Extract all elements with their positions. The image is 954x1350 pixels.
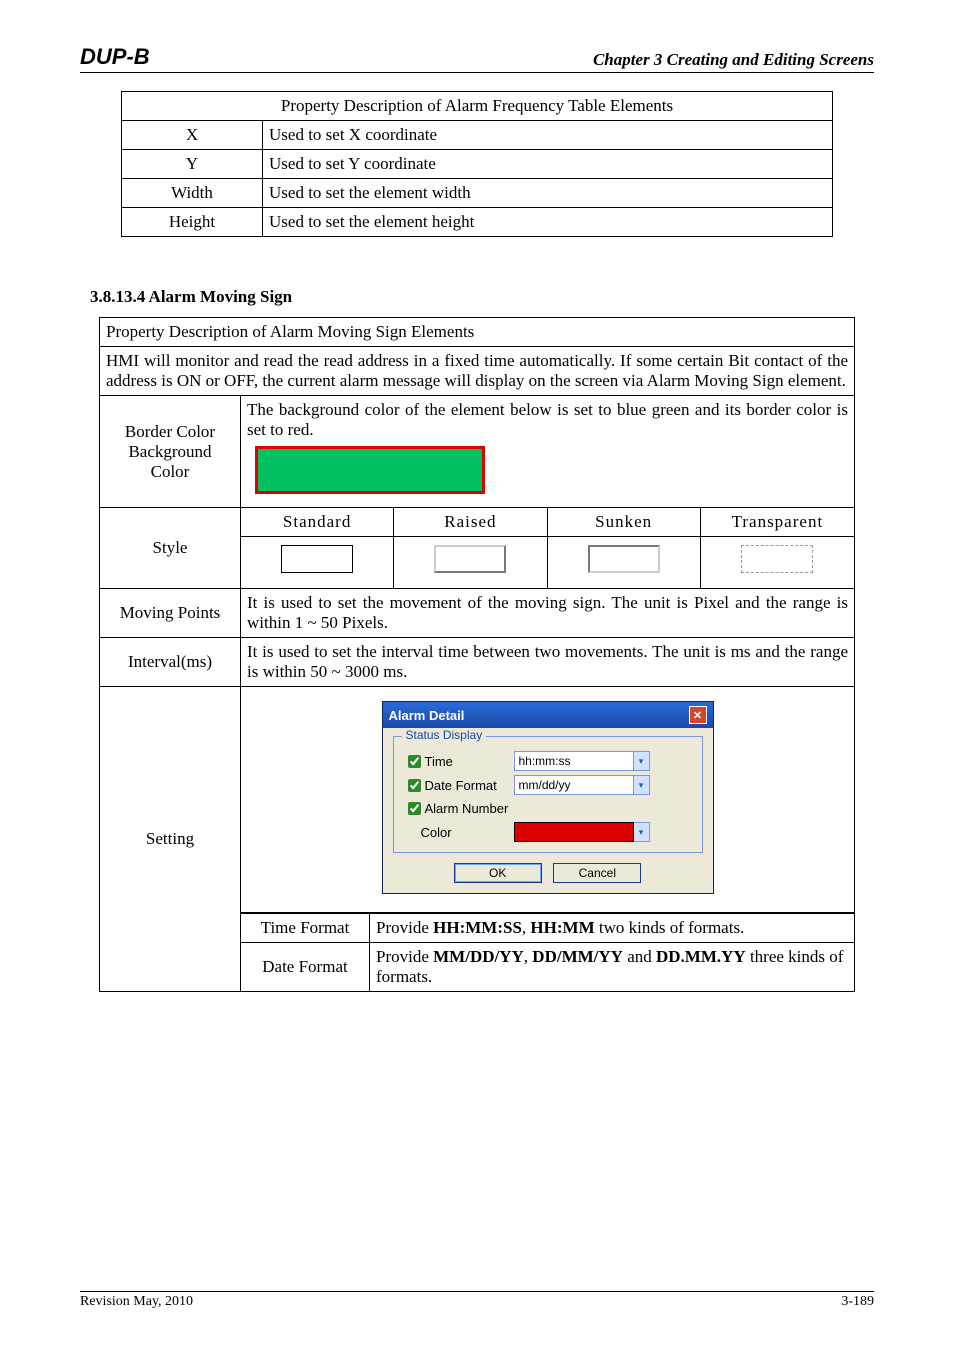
style-header-raised: Raised	[394, 508, 547, 537]
sub-desc: Provide MM/DD/YY, DD/MM/YY and DD.MM.YY …	[370, 943, 855, 992]
table-row: Interval(ms) It is used to set the inter…	[100, 638, 855, 687]
sub-label-time-format: Time Format	[241, 914, 370, 943]
color-swatch[interactable]	[514, 822, 634, 842]
table-row: Y Used to set Y coordinate	[122, 150, 833, 179]
prop-desc: The background color of the element belo…	[241, 396, 855, 508]
dialog-titlebar: Alarm Detail ✕	[383, 702, 713, 728]
group-legend: Status Display	[402, 728, 487, 742]
label-border-color: Border Color	[106, 422, 234, 442]
prop-name: Width	[122, 179, 263, 208]
date-label-text: Date Format	[425, 778, 497, 793]
chevron-down-icon[interactable]: ▾	[634, 751, 650, 771]
table-row: Border Color Background Color The backgr…	[100, 396, 855, 508]
table1-title: Property Description of Alarm Frequency …	[122, 92, 833, 121]
prop-name: Height	[122, 208, 263, 237]
table2-intro: HMI will monitor and read the read addre…	[100, 347, 855, 396]
alarm-number-checkbox[interactable]	[408, 802, 421, 815]
sub-label-date-format: Date Format	[241, 943, 370, 992]
cancel-button[interactable]: Cancel	[553, 863, 641, 883]
prop-name: Style	[100, 508, 241, 589]
style-sample-transparent	[741, 545, 813, 573]
color-label-text: Color	[421, 825, 452, 840]
prop-name: Interval(ms)	[100, 638, 241, 687]
time-checkbox[interactable]	[408, 755, 421, 768]
close-icon[interactable]: ✕	[689, 706, 707, 724]
page-header: DUP-B Chapter 3 Creating and Editing Scr…	[80, 44, 874, 73]
date-format-input[interactable]	[514, 775, 634, 795]
color-label: Color	[404, 825, 514, 840]
prop-desc: Used to set Y coordinate	[263, 150, 833, 179]
dialog-title-text: Alarm Detail	[389, 708, 465, 723]
style-sample-raised	[434, 545, 506, 573]
chevron-down-icon[interactable]: ▾	[634, 775, 650, 795]
sub-desc: Provide HH:MM:SS, HH:MM two kinds of for…	[370, 914, 855, 943]
alarm-detail-dialog: Alarm Detail ✕ Status Display Time	[382, 701, 714, 894]
page-footer: Revision May, 2010 3-189	[80, 1291, 874, 1310]
alarm-freq-table: Property Description of Alarm Frequency …	[121, 91, 833, 237]
chapter-title: Chapter 3 Creating and Editing Screens	[593, 50, 874, 70]
table-row: Width Used to set the element width	[122, 179, 833, 208]
label-background: Background	[106, 442, 234, 462]
alarm-number-label-text: Alarm Number	[425, 801, 509, 816]
time-label-text: Time	[425, 754, 453, 769]
style-cell: Standard Raised Sunken Transparent	[241, 508, 855, 589]
style-sample-sunken	[588, 545, 660, 573]
table-row: X Used to set X coordinate	[122, 121, 833, 150]
prop-name: Border Color Background Color	[100, 396, 241, 508]
table-row: Time Format Provide HH:MM:SS, HH:MM two …	[241, 914, 854, 943]
table2-title: Property Description of Alarm Moving Sig…	[100, 318, 855, 347]
style-header-transparent: Transparent	[701, 508, 854, 537]
revision-text: Revision May, 2010	[80, 1294, 193, 1310]
prop-desc: Used to set the element height	[263, 208, 833, 237]
page-number: 3-189	[841, 1294, 874, 1310]
ok-button[interactable]: OK	[454, 863, 542, 883]
prop-name: Setting	[100, 687, 241, 992]
prop-desc: Used to set X coordinate	[263, 121, 833, 150]
table-row: Moving Points It is used to set the move…	[100, 589, 855, 638]
time-checkbox-label[interactable]: Time	[404, 752, 514, 771]
table-row: Date Format Provide MM/DD/YY, DD/MM/YY a…	[241, 943, 854, 992]
time-format-input[interactable]	[514, 751, 634, 771]
label-color: Color	[106, 462, 234, 482]
prop-desc: It is used to set the movement of the mo…	[241, 589, 855, 638]
setting-cell: Alarm Detail ✕ Status Display Time	[241, 687, 855, 992]
style-header-sunken: Sunken	[548, 508, 701, 537]
border-color-desc: The background color of the element belo…	[247, 400, 848, 440]
alarm-moving-sign-table: Property Description of Alarm Moving Sig…	[99, 317, 855, 992]
setting-sub-table: Time Format Provide HH:MM:SS, HH:MM two …	[241, 913, 854, 991]
prop-desc: Used to set the element width	[263, 179, 833, 208]
chevron-down-icon[interactable]: ▾	[634, 822, 650, 842]
status-display-group: Status Display Time ▾	[393, 736, 703, 853]
style-sample-standard	[281, 545, 353, 573]
section-heading: 3.8.13.4 Alarm Moving Sign	[90, 287, 874, 307]
prop-name: Moving Points	[100, 589, 241, 638]
table-row: Height Used to set the element height	[122, 208, 833, 237]
alarm-number-checkbox-label[interactable]: Alarm Number	[404, 799, 514, 818]
color-sample-box	[255, 446, 485, 494]
style-header-standard: Standard	[241, 508, 394, 537]
logo: DUP-B	[80, 44, 150, 70]
date-checkbox[interactable]	[408, 779, 421, 792]
table-row: Style Standard Raised Sunken Transparent	[100, 508, 855, 589]
prop-name: X	[122, 121, 263, 150]
prop-name: Y	[122, 150, 263, 179]
prop-desc: It is used to set the interval time betw…	[241, 638, 855, 687]
table-row: Setting Alarm Detail ✕ Status Display	[100, 687, 855, 992]
date-checkbox-label[interactable]: Date Format	[404, 776, 514, 795]
